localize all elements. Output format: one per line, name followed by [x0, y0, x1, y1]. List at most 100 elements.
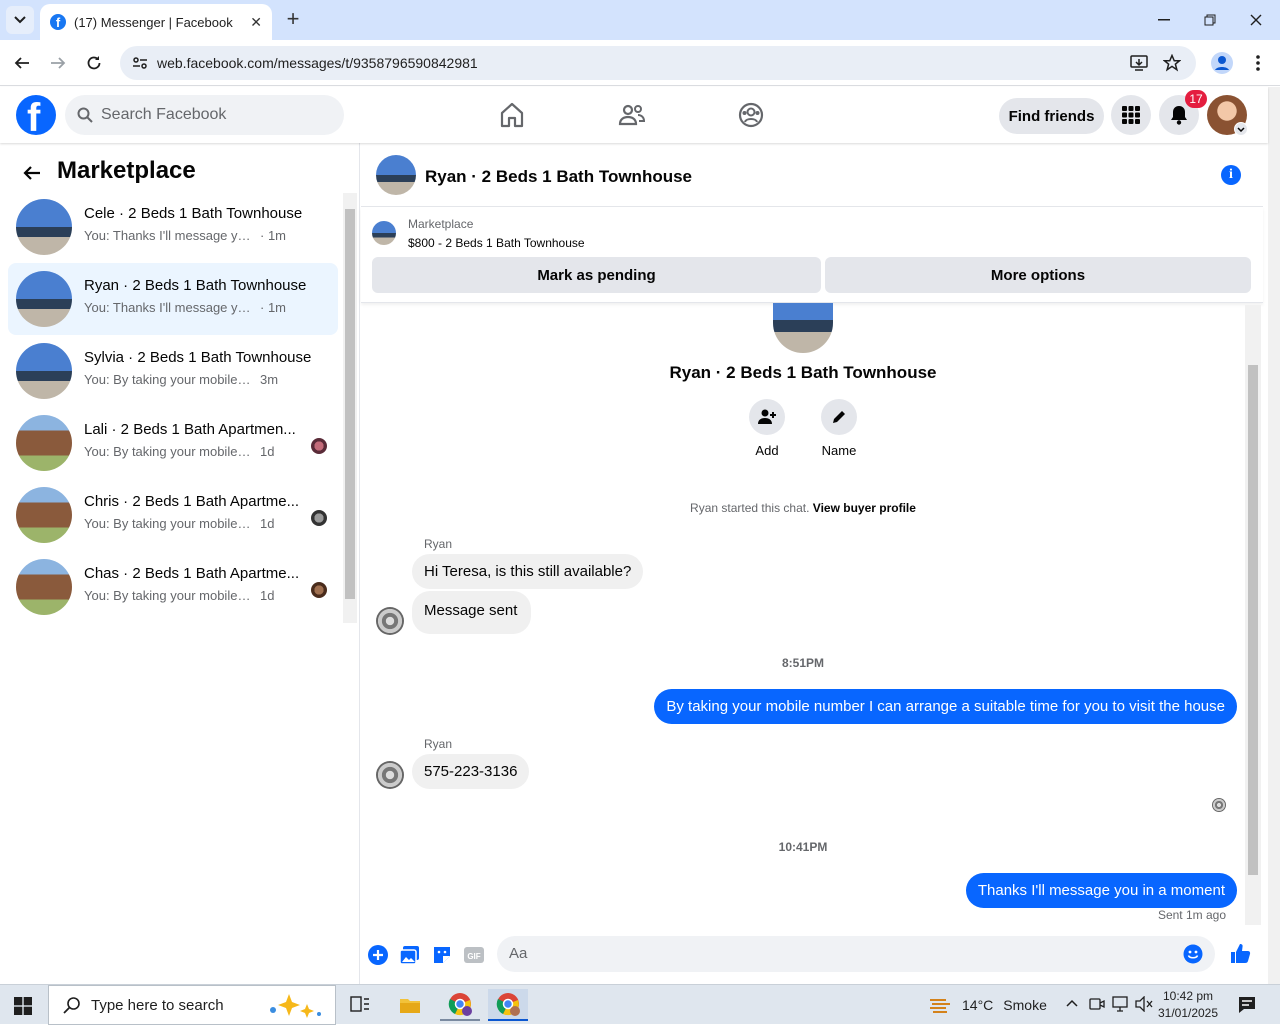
- conversation-name: Sylvia · 2 Beds 1 Bath Townhouse: [84, 349, 312, 366]
- weather-widget[interactable]: 14°C Smoke: [928, 995, 1047, 1015]
- sender-name: Ryan: [424, 537, 453, 551]
- browser-menu-icon[interactable]: [1246, 51, 1270, 75]
- notification-badge: 17: [1185, 90, 1207, 108]
- message-input[interactable]: Aa: [497, 936, 1215, 972]
- url-text: web.facebook.com/messages/t/935879659084…: [157, 55, 478, 71]
- back-arrow-icon[interactable]: [10, 51, 34, 75]
- site-info-icon[interactable]: [132, 55, 148, 71]
- install-app-icon[interactable]: [1130, 54, 1148, 72]
- address-bar[interactable]: web.facebook.com/messages/t/935879659084…: [120, 46, 1196, 80]
- tab-search-button[interactable]: [6, 6, 34, 34]
- tab-title: (17) Messenger | Facebook: [74, 14, 233, 30]
- sender-avatar[interactable]: [376, 761, 404, 789]
- network-icon[interactable]: [1112, 996, 1130, 1012]
- windows-start-icon[interactable]: [14, 997, 32, 1015]
- friends-icon[interactable]: [618, 101, 646, 129]
- back-arrow-icon[interactable]: [18, 159, 46, 187]
- conversation-name: Lali · 2 Beds 1 Bath Apartmen...: [84, 421, 296, 438]
- tab-close-icon[interactable]: ✕: [250, 14, 262, 31]
- conversation-item[interactable]: Chris · 2 Beds 1 Bath Apartme... You: By…: [8, 479, 338, 551]
- profile-icon[interactable]: [1210, 51, 1234, 75]
- new-tab-button[interactable]: +: [282, 8, 304, 30]
- plus-circle-icon[interactable]: [367, 944, 389, 966]
- conversation-time: · 1m: [260, 228, 286, 243]
- chrome-profile-icon[interactable]: [440, 989, 480, 1021]
- listing-thumbnail: [16, 271, 72, 327]
- search-highlight-icon: [270, 994, 321, 1018]
- message-bubble-outgoing[interactable]: Thanks I'll message you in a moment: [965, 873, 1237, 908]
- file-explorer-icon[interactable]: [390, 989, 430, 1021]
- meet-now-icon[interactable]: [1089, 996, 1105, 1012]
- conversation-item[interactable]: Lali · 2 Beds 1 Bath Apartmen... You: By…: [8, 407, 338, 479]
- more-options-button[interactable]: More options: [825, 257, 1251, 293]
- view-buyer-profile-link[interactable]: View buyer profile: [813, 501, 916, 515]
- chevron-up-icon[interactable]: [1066, 999, 1078, 1007]
- gif-icon[interactable]: GIF: [463, 944, 485, 966]
- reload-icon[interactable]: [82, 51, 106, 75]
- thumbs-up-icon[interactable]: [1229, 942, 1251, 964]
- conversation-name: Ryan · 2 Beds 1 Bath Townhouse: [84, 277, 307, 294]
- listing-thumbnail[interactable]: [372, 221, 396, 245]
- listing-thumbnail: [16, 199, 72, 255]
- facebook-favicon-icon: f: [50, 14, 66, 30]
- chevron-down-icon[interactable]: [1234, 122, 1248, 136]
- listing-thumbnail: [16, 343, 72, 399]
- conversation-snippet: You: By taking your mobile numbe...: [84, 372, 254, 387]
- name-button[interactable]: Name: [819, 399, 859, 458]
- task-view-icon[interactable]: [340, 989, 380, 1021]
- sticker-icon[interactable]: [431, 944, 453, 966]
- notification-center-icon[interactable]: [1238, 996, 1256, 1014]
- message-bubble[interactable]: Message sent: [412, 591, 532, 634]
- search-icon: [63, 997, 80, 1014]
- windows-taskbar: Type here to search 14°C Smoke 10:42 pm …: [0, 984, 1280, 1025]
- conversation-item-active[interactable]: Ryan · 2 Beds 1 Bath Townhouse You: Than…: [8, 263, 338, 335]
- conversation-time: · 1m: [260, 300, 286, 315]
- sender-avatar[interactable]: [376, 607, 404, 635]
- message-input-placeholder: Aa: [509, 945, 528, 962]
- started-text: Ryan started this chat.: [690, 501, 810, 515]
- forward-arrow-icon[interactable]: [46, 51, 70, 75]
- message-bubble-outgoing[interactable]: By taking your mobile number I can arran…: [654, 689, 1237, 724]
- mark-as-pending-button[interactable]: Mark as pending: [372, 257, 821, 293]
- bookmark-star-icon[interactable]: [1163, 54, 1181, 72]
- facebook-logo-icon[interactable]: f: [16, 95, 56, 135]
- sent-status: Sent 1m ago: [1157, 908, 1226, 922]
- info-icon[interactable]: i: [1221, 165, 1241, 185]
- sidebar-scrollbar[interactable]: [343, 193, 357, 623]
- menu-grid-icon[interactable]: [1111, 95, 1151, 135]
- weather-smoke-icon: [930, 999, 950, 1013]
- conversation-item[interactable]: Chas · 2 Beds 1 Bath Apartme... You: By …: [8, 551, 338, 623]
- conversation-item[interactable]: Sylvia · 2 Beds 1 Bath Townhouse You: By…: [8, 335, 338, 407]
- groups-icon[interactable]: [737, 101, 765, 129]
- add-person-icon: [758, 409, 776, 424]
- conversation-name: Cele · 2 Beds 1 Bath Townhouse: [84, 205, 303, 222]
- taskbar-search-input[interactable]: Type here to search: [48, 985, 336, 1025]
- page-scrollbar[interactable]: [1268, 87, 1280, 984]
- chrome-active-icon[interactable]: [488, 989, 528, 1021]
- message-bubble[interactable]: Hi Teresa, is this still available?: [412, 554, 644, 589]
- browser-tab[interactable]: f (17) Messenger | Facebook ✕: [40, 4, 272, 40]
- taskbar-clock[interactable]: 10:42 pm 31/01/2025: [1150, 988, 1226, 1022]
- restore-icon[interactable]: [1198, 8, 1222, 32]
- facebook-header: f Search Facebook Find friends 17: [0, 87, 1268, 143]
- chat-title[interactable]: Ryan · 2 Beds 1 Bath Townhouse: [425, 167, 692, 187]
- home-icon[interactable]: [498, 101, 526, 129]
- close-window-icon[interactable]: [1244, 8, 1268, 32]
- photo-icon[interactable]: [399, 944, 421, 966]
- conversation-item[interactable]: Cele · 2 Beds 1 Bath Townhouse You: Than…: [8, 191, 338, 263]
- conversation-time: 3m: [260, 372, 279, 387]
- search-icon: [77, 107, 93, 123]
- facebook-search-input[interactable]: Search Facebook: [65, 95, 344, 135]
- message-bubble[interactable]: 575-223-3136: [412, 754, 530, 789]
- chat-scrollbar[interactable]: [1245, 305, 1261, 925]
- listing-price[interactable]: $800 - 2 Beds 1 Bath Townhouse: [408, 236, 585, 250]
- emoji-icon[interactable]: [1183, 944, 1203, 964]
- chat-avatar[interactable]: [376, 155, 416, 195]
- add-button[interactable]: Add: [747, 399, 787, 458]
- timestamp-separator: 10:41PM: [778, 840, 828, 854]
- minimize-icon[interactable]: [1152, 8, 1176, 32]
- pencil-icon: [833, 411, 845, 423]
- read-receipt-avatar: [311, 582, 327, 598]
- find-friends-button[interactable]: Find friends: [999, 98, 1104, 134]
- conversation-snippet: You: Thanks I'll message you in a ...: [84, 228, 254, 243]
